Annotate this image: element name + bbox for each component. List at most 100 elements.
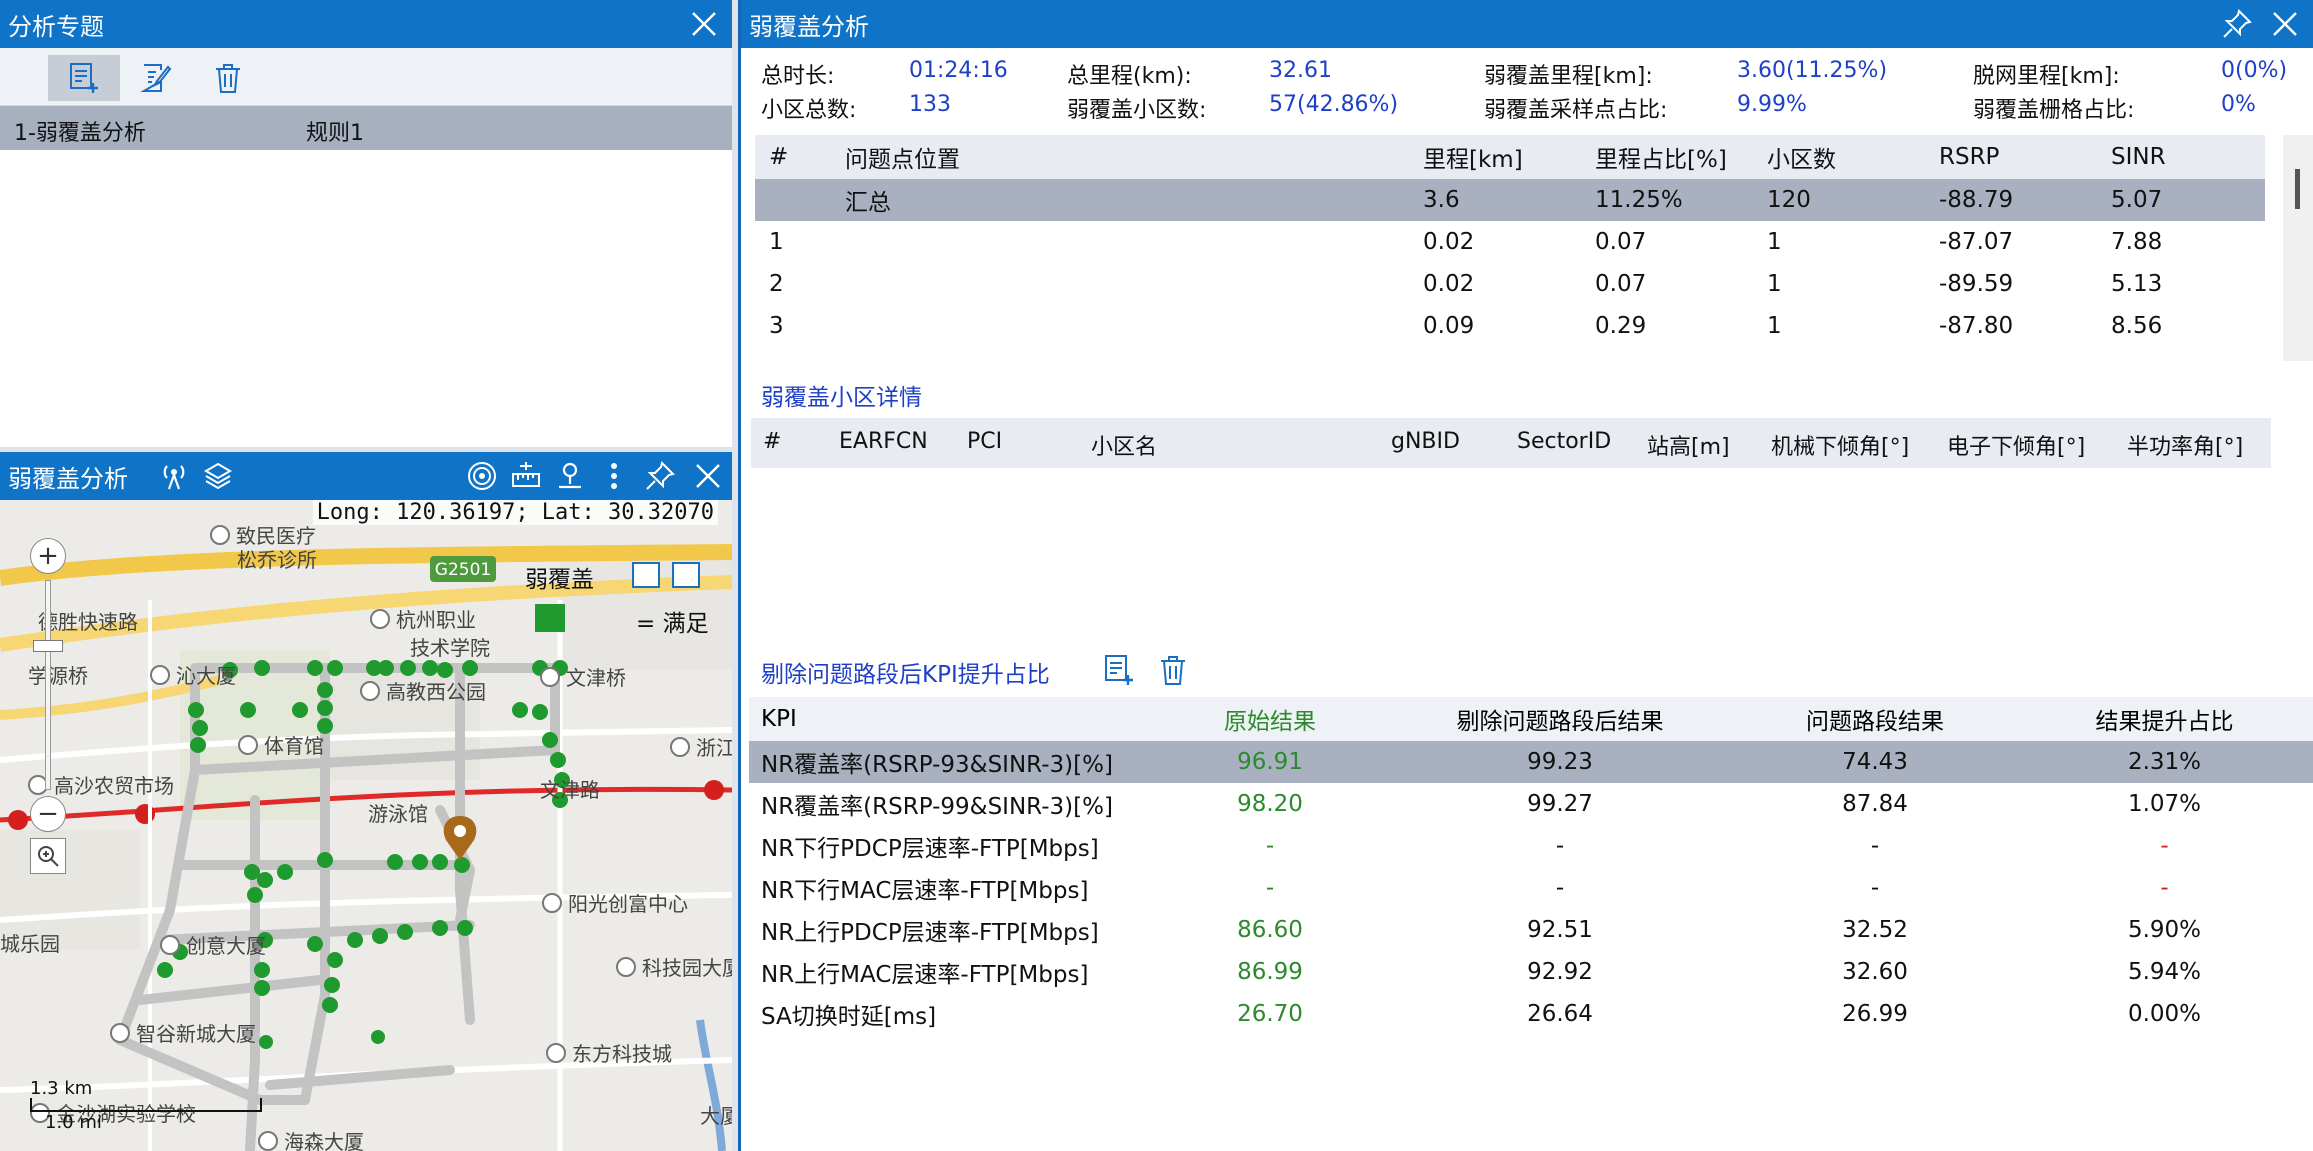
- cell-detail-section-title: 弱覆盖小区详情: [761, 385, 922, 411]
- column-header[interactable]: 电子下倾角[°]: [1947, 429, 2085, 461]
- pin-icon[interactable]: [2217, 0, 2257, 48]
- zoom-slider-handle[interactable]: [33, 640, 63, 652]
- map-view[interactable]: G2501 致民医疗 松乔诊所 德胜快速路 杭州职业 技术学院 学源桥 沁大厦 高教西公园 文津…: [0, 500, 732, 1151]
- problem-table-scrollbar[interactable]: [2283, 135, 2313, 361]
- column-header[interactable]: KPI: [749, 697, 1154, 741]
- table-cell: 7.88: [2111, 229, 2163, 255]
- poi-icon: [670, 736, 690, 757]
- legend-list-icon[interactable]: [632, 562, 660, 588]
- edit-topic-button[interactable]: [120, 55, 192, 101]
- close-icon[interactable]: [688, 452, 728, 500]
- more-vertical-icon[interactable]: [596, 452, 632, 500]
- column-header[interactable]: PCI: [967, 429, 1002, 454]
- column-header[interactable]: SectorID: [1517, 429, 1611, 454]
- map-title: 弱覆盖分析: [8, 464, 128, 493]
- zoom-slider-track[interactable]: [45, 580, 51, 790]
- antenna-icon[interactable]: [154, 452, 194, 500]
- stat-label: 小区总数:: [761, 98, 857, 123]
- map-label-text: 高沙农贸市场: [54, 774, 174, 798]
- legend-edit-icon[interactable]: [672, 562, 700, 588]
- layers-icon[interactable]: [198, 452, 238, 500]
- table-cell: 86.60: [1237, 917, 1303, 943]
- column-header[interactable]: 结果提升占比: [2016, 697, 2313, 741]
- table-header-row: # 问题点位置 里程[km] 里程占比[%] 小区数 RSRP SINR: [755, 135, 2265, 179]
- column-header[interactable]: RSRP: [1925, 135, 2097, 179]
- table-row[interactable]: NR下行MAC层速率-FTP[Mbps] - - - -: [749, 867, 2313, 909]
- column-header[interactable]: 半功率角[°]: [2127, 429, 2243, 461]
- table-cell: 3.6: [1409, 179, 1581, 221]
- close-icon[interactable]: [684, 0, 724, 48]
- table-cell: -: [1555, 875, 1565, 901]
- table-cell: -88.79: [1925, 179, 2097, 221]
- table-row[interactable]: NR上行MAC层速率-FTP[Mbps] 86.99 92.92 32.60 5.94%: [749, 951, 2313, 993]
- stat-value: 9.99%: [1737, 92, 1807, 117]
- table-row[interactable]: NR覆盖率(RSRP-93&SINR-3)[%] 96.91 99.23 74.43 2…: [749, 741, 2313, 783]
- column-header[interactable]: 原始结果: [1154, 697, 1386, 741]
- column-header[interactable]: gNBID: [1391, 429, 1460, 454]
- column-header[interactable]: 剔除问题路段后结果: [1386, 697, 1734, 741]
- table-row[interactable]: NR上行PDCP层速率-FTP[Mbps] 86.60 92.51 32.52 5.90…: [749, 909, 2313, 951]
- column-header[interactable]: #: [755, 135, 831, 179]
- stat-value: 57(42.86%): [1269, 92, 1399, 117]
- table-cell: 86.99: [1237, 959, 1303, 985]
- highway-badge-label: G2501: [435, 560, 491, 580]
- table-row[interactable]: 2 0.02 0.07 1 -89.59 5.13: [755, 263, 2265, 305]
- table-cell: 98.20: [1237, 791, 1303, 817]
- stat-label: 弱覆盖采样点占比:: [1484, 98, 1668, 123]
- zoom-in-button[interactable]: +: [30, 538, 66, 574]
- zoom-out-button[interactable]: −: [30, 796, 66, 832]
- export-kpi-button[interactable]: [1099, 650, 1139, 690]
- stat-label: 脱网里程[km]:: [1973, 64, 2120, 89]
- poi-icon: [370, 608, 390, 629]
- table-row[interactable]: 汇总 3.6 11.25% 120 -88.79 5.07: [755, 179, 2265, 221]
- table-row[interactable]: 3 0.09 0.29 1 -87.80 8.56: [755, 305, 2265, 347]
- close-icon[interactable]: [2265, 0, 2305, 48]
- map-place-label: 杭州职业: [370, 604, 476, 633]
- column-header[interactable]: 问题路段结果: [1734, 697, 2016, 741]
- pin-icon[interactable]: [640, 452, 680, 500]
- legend-item-label: = 满足: [636, 611, 709, 637]
- scale-bar: [30, 1098, 262, 1112]
- stat-value: 01:24:16: [909, 58, 1008, 83]
- column-header[interactable]: 机械下倾角[°]: [1771, 429, 1909, 461]
- delete-topic-button[interactable]: [192, 55, 264, 101]
- map-place-label: 智谷新城大厦: [110, 1018, 256, 1047]
- zoom-extent-button[interactable]: [30, 838, 66, 874]
- column-header[interactable]: #: [763, 429, 781, 454]
- column-header[interactable]: 里程[km]: [1409, 135, 1581, 179]
- map-label-text: 海森大厦: [284, 1130, 364, 1151]
- poi-icon: [546, 1042, 566, 1063]
- poi-icon: [258, 1130, 278, 1151]
- topics-toolbar: [0, 48, 732, 106]
- table-cell: NR覆盖率(RSRP-99&SINR-3)[%]: [761, 794, 1113, 820]
- column-header[interactable]: SINR: [2097, 135, 2265, 179]
- table-row[interactable]: SA切换时延[ms] 26.70 26.64 26.99 0.00%: [749, 993, 2313, 1035]
- add-topic-button[interactable]: [48, 55, 120, 101]
- delete-kpi-button[interactable]: [1153, 650, 1193, 690]
- table-row[interactable]: NR覆盖率(RSRP-99&SINR-3)[%] 98.20 99.27 87.84 1…: [749, 783, 2313, 825]
- map-label-text: 文津路: [540, 778, 600, 802]
- column-header[interactable]: 里程占比[%]: [1581, 135, 1753, 179]
- column-header[interactable]: 站高[m]: [1647, 429, 1730, 461]
- column-header[interactable]: 小区名: [1091, 429, 1157, 461]
- poi-icon: [360, 680, 380, 701]
- ruler-icon[interactable]: [506, 452, 546, 500]
- poi-icon: [150, 664, 170, 685]
- table-row[interactable]: NR下行PDCP层速率-FTP[Mbps] - - - -: [749, 825, 2313, 867]
- table-cell: NR下行PDCP层速率-FTP[Mbps]: [761, 836, 1099, 862]
- table-cell: [831, 305, 1409, 347]
- topic-row[interactable]: 1-弱覆盖分析 规则1: [0, 106, 732, 150]
- map-label-text: 阳光创富中心: [568, 892, 688, 916]
- column-header[interactable]: 问题点位置: [831, 135, 1409, 179]
- table-cell: 2.31%: [2016, 741, 2313, 783]
- location-pin-icon[interactable]: [550, 452, 590, 500]
- table-row[interactable]: 1 0.02 0.07 1 -87.07 7.88: [755, 221, 2265, 263]
- target-icon[interactable]: [462, 452, 502, 500]
- column-header[interactable]: EARFCN: [839, 429, 928, 454]
- problem-points-table: # 问题点位置 里程[km] 里程占比[%] 小区数 RSRP SINR 汇总 3…: [755, 135, 2265, 347]
- column-header[interactable]: 小区数: [1753, 135, 1925, 179]
- scrollbar-thumb[interactable]: [2295, 169, 2300, 209]
- scale-km: 1.3 km: [30, 1078, 93, 1099]
- table-cell: 5.90%: [2127, 917, 2202, 943]
- map-place-label: 学源桥: [28, 660, 88, 689]
